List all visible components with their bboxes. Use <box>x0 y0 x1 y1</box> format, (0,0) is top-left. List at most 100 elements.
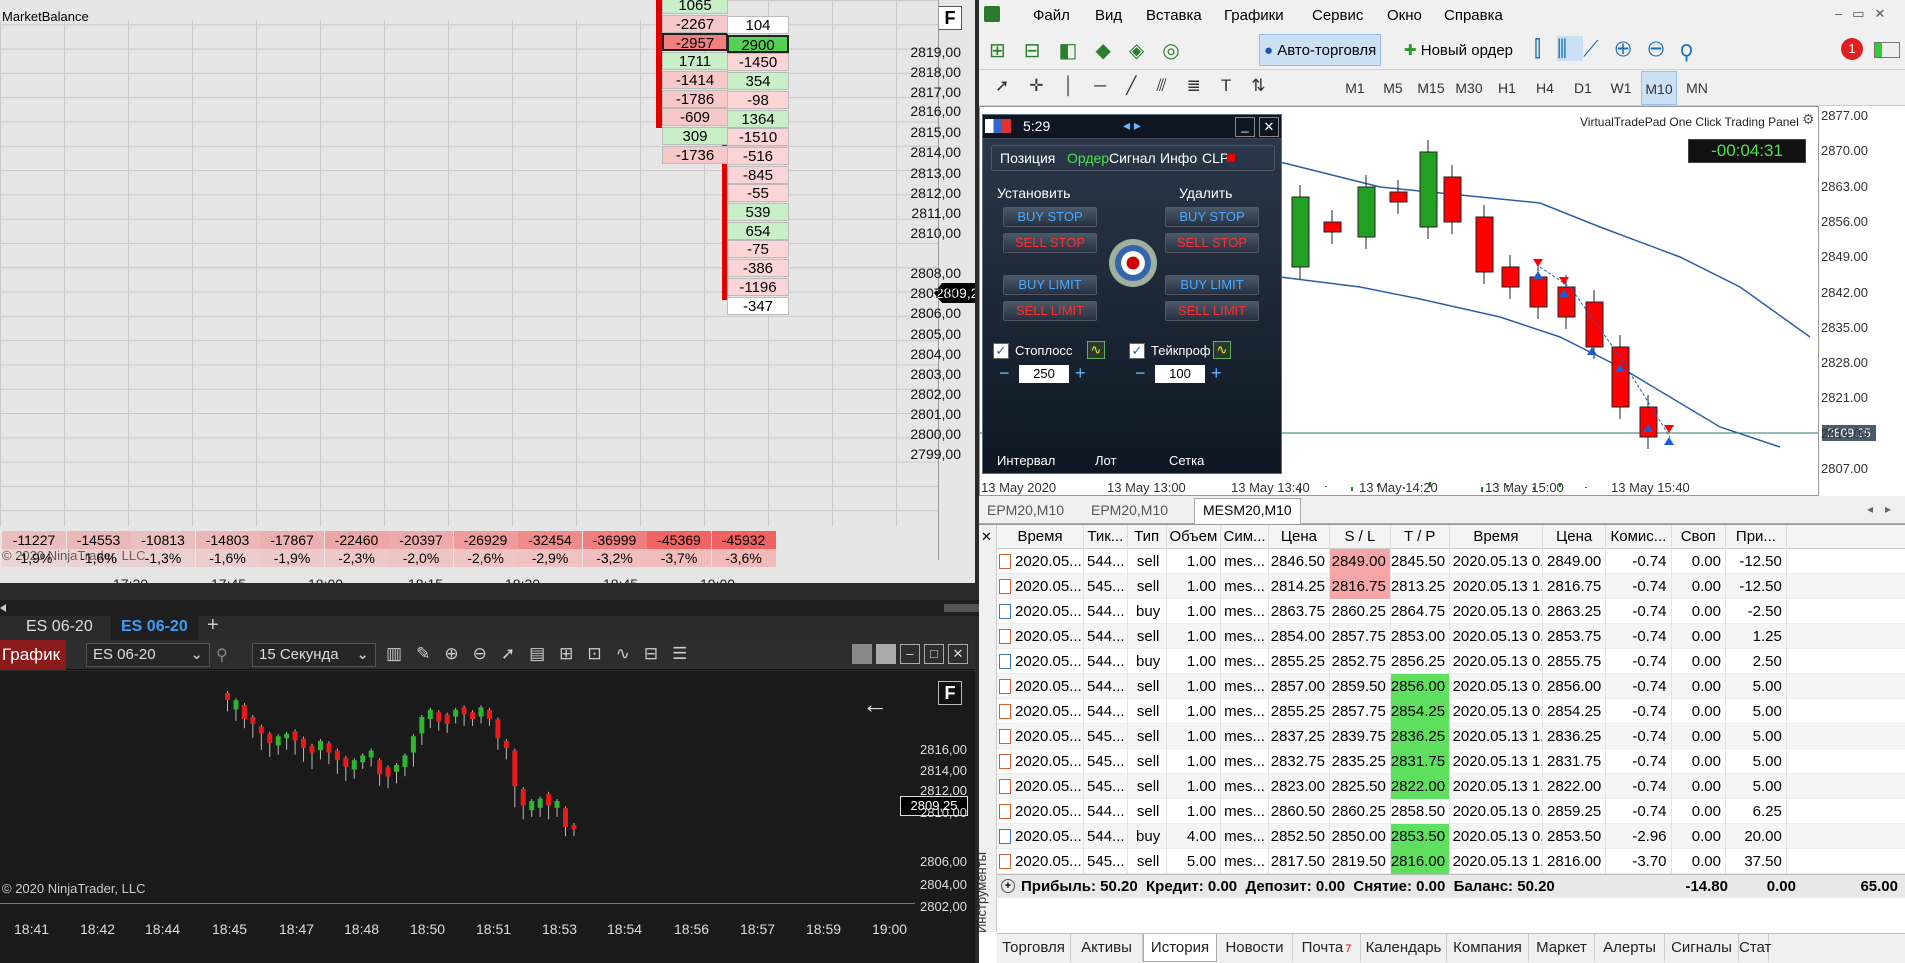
zoom-in-icon[interactable]: ⊕ <box>1615 36 1648 61</box>
crosshair-icon[interactable]: ✛ <box>1029 76 1063 95</box>
new-chart-icon[interactable]: ⊞ <box>989 40 1024 62</box>
timeframe-m15[interactable]: M15 <box>1413 71 1449 105</box>
tab-0[interactable]: Торговля <box>997 934 1071 962</box>
window-tile-icon-2[interactable] <box>876 644 896 664</box>
column-header[interactable]: Время <box>997 525 1085 549</box>
add-tab-button[interactable]: + <box>207 614 219 637</box>
table-row[interactable]: 2020.05... 545... sell 1.00 mes... 2837.25 283… <box>997 724 1905 749</box>
trendline-icon[interactable]: ╱ <box>1126 76 1156 95</box>
ninja-price-chart[interactable]: F ← 2809,25 © 2020 NinjaTrader, LLC 2816… <box>0 671 975 963</box>
vline-icon[interactable]: │ <box>1064 76 1095 95</box>
tab-es-2-active[interactable]: ES 06-20 <box>111 612 198 642</box>
timeframe-h1[interactable]: H1 <box>1489 71 1525 105</box>
tab-3[interactable]: Новости <box>1217 934 1293 962</box>
zoom-out-icon[interactable]: ⊖ <box>473 644 501 663</box>
chart-tab-1[interactable]: EPM20,M10 <box>987 502 1064 518</box>
window-tile-icon[interactable] <box>852 644 872 664</box>
line-chart-icon[interactable]: ⟋ <box>1583 36 1614 61</box>
terminal-icon[interactable]: ◈ <box>1129 40 1162 62</box>
buy-stop-button[interactable]: BUY STOP <box>1003 207 1097 227</box>
timeframe-m5[interactable]: M5 <box>1375 71 1411 105</box>
timeframe-m30[interactable]: M30 <box>1451 71 1487 105</box>
flag-icon[interactable] <box>985 119 1011 133</box>
tab-7[interactable]: Маркет <box>1529 934 1595 962</box>
maximize-icon[interactable]: □ <box>924 644 944 664</box>
delete-sell-limit-button[interactable]: SELL LIMIT <box>1165 301 1259 321</box>
stoploss-plus-button[interactable]: + <box>1075 363 1086 384</box>
chart-tab-2[interactable]: EPM20,M10 <box>1091 502 1168 518</box>
tab-signal[interactable]: Сигнал <box>1109 150 1156 166</box>
table-row[interactable]: 2020.05... 545... sell 5.00 mes... 2817.50 281… <box>997 849 1905 874</box>
table-row[interactable]: 2020.05... 544... sell 1.00 mes... 2855.25 285… <box>997 699 1905 724</box>
tab-2[interactable]: История <box>1143 934 1217 962</box>
bar-chart-icon[interactable]: ⫿ <box>1534 36 1557 61</box>
data-box-icon[interactable]: ▤ <box>529 644 559 663</box>
column-header[interactable]: Цена <box>1543 525 1607 549</box>
tab-10[interactable]: Стат <box>1739 934 1771 962</box>
minimize-icon[interactable]: _ <box>1235 117 1255 137</box>
strategy-icon[interactable]: ∿ <box>616 644 644 663</box>
tab-6[interactable]: Компания <box>1447 934 1529 962</box>
tab-position[interactable]: Позиция <box>1000 150 1055 166</box>
timeframe-m1[interactable]: M1 <box>1337 71 1373 105</box>
arrows-icon[interactable]: ◂ ▸ <box>1123 117 1141 134</box>
tab-5[interactable]: Календарь <box>1361 934 1447 962</box>
takeprofit-plus-button[interactable]: + <box>1211 363 1222 384</box>
menu-item-1[interactable]: Вид <box>1095 7 1122 24</box>
table-row[interactable]: 2020.05... 545... sell 1.00 mes... 2832.75 283… <box>997 749 1905 774</box>
templates-icon[interactable]: ⊟ <box>644 644 672 663</box>
menu-item-2[interactable]: Вставка <box>1146 7 1202 24</box>
autotrade-button[interactable]: ● Авто-торговля <box>1259 34 1382 66</box>
tab-order[interactable]: Ордер <box>1067 150 1109 166</box>
sell-stop-button[interactable]: SELL STOP <box>1003 233 1097 253</box>
hline-icon[interactable]: ─ <box>1094 76 1126 95</box>
tab-1[interactable]: Активы <box>1071 934 1143 962</box>
delete-buy-stop-button[interactable]: BUY STOP <box>1165 207 1259 227</box>
menu-item-5[interactable]: Окно <box>1387 7 1422 24</box>
timeframe-h4[interactable]: H4 <box>1527 71 1563 105</box>
close-icon[interactable]: ✕ <box>1259 117 1279 137</box>
close-icon[interactable]: ✕ <box>1875 6 1896 21</box>
menu-item-3[interactable]: Графики <box>1224 7 1284 24</box>
virtual-trade-pad[interactable]: 5:29 ◂ ▸ _ ✕ Позиция Ордер Сигнал Инфо C… <box>982 114 1282 474</box>
column-header[interactable]: T / P <box>1391 525 1450 549</box>
minimize-icon[interactable]: – <box>900 644 920 664</box>
drawing-tools[interactable]: ➚✛│─╱⫻≣T⇅ <box>995 76 1285 96</box>
stoploss-minus-button[interactable]: − <box>999 363 1010 384</box>
fibo-icon[interactable]: ≣ <box>1187 76 1221 95</box>
bars-icon[interactable]: ▥ <box>386 644 416 663</box>
sell-limit-button[interactable]: SELL LIMIT <box>1003 301 1097 321</box>
chart-tools[interactable]: ▥✎⊕⊖➚▤⊞⊡∿⊟☰ <box>386 644 701 664</box>
candle-chart-icon[interactable]: ⫼ <box>1557 36 1584 61</box>
takeprofit-checkbox[interactable]: ✓ <box>1129 343 1145 359</box>
search-icon[interactable]: ⚲ <box>216 645 228 665</box>
pointer-icon[interactable]: ➚ <box>501 644 529 663</box>
restore-icon[interactable]: ▭ <box>1852 6 1874 21</box>
table-row[interactable]: 2020.05... 544... buy 1.00 mes... 2855.25 2852… <box>997 649 1905 674</box>
f-button-ninja[interactable]: F <box>938 681 962 705</box>
arrow-left-icon[interactable]: ← <box>862 689 888 720</box>
table-row[interactable]: 2020.05... 544... sell 1.00 mes... 2854.00 285… <box>997 624 1905 649</box>
table-row[interactable]: 2020.05... 544... buy 1.00 mes... 2863.75 2860… <box>997 599 1905 624</box>
minimize-icon[interactable]: – <box>1835 6 1852 21</box>
column-header[interactable]: Цена <box>1269 525 1330 549</box>
interval-tab[interactable]: Интервал <box>997 453 1055 468</box>
new-order-button[interactable]: ✚ Новый ордер <box>1399 34 1518 66</box>
equidistant-icon[interactable]: ⫻ <box>1156 76 1186 95</box>
stoploss-input[interactable]: 250 <box>1019 365 1069 383</box>
pencil-icon[interactable]: ✎ <box>416 644 444 663</box>
stoploss-checkbox[interactable]: ✓ <box>993 343 1009 359</box>
table-row[interactable]: 2020.05... 544... sell 1.00 mes... 2857.00 285… <box>997 674 1905 699</box>
menu-item-0[interactable]: Файл <box>1033 7 1070 24</box>
column-header[interactable]: Объем <box>1167 525 1222 549</box>
wave-icon[interactable]: ∿ <box>1213 341 1231 359</box>
tab-scroll-arrows[interactable]: ◂▸ <box>1867 502 1903 516</box>
plus-icon[interactable]: + <box>1001 879 1015 893</box>
scroll-thumb[interactable] <box>944 604 984 612</box>
scroll-left-icon[interactable] <box>0 604 6 612</box>
interval-select[interactable]: 15 Секунда ⌄ <box>252 643 376 667</box>
search-icon[interactable]: ⚲ <box>1681 36 1709 61</box>
market-watch-icon[interactable]: ◧ <box>1059 40 1096 62</box>
profiles-icon[interactable]: ⊟ <box>1024 40 1059 62</box>
target-icon[interactable] <box>1109 239 1157 287</box>
